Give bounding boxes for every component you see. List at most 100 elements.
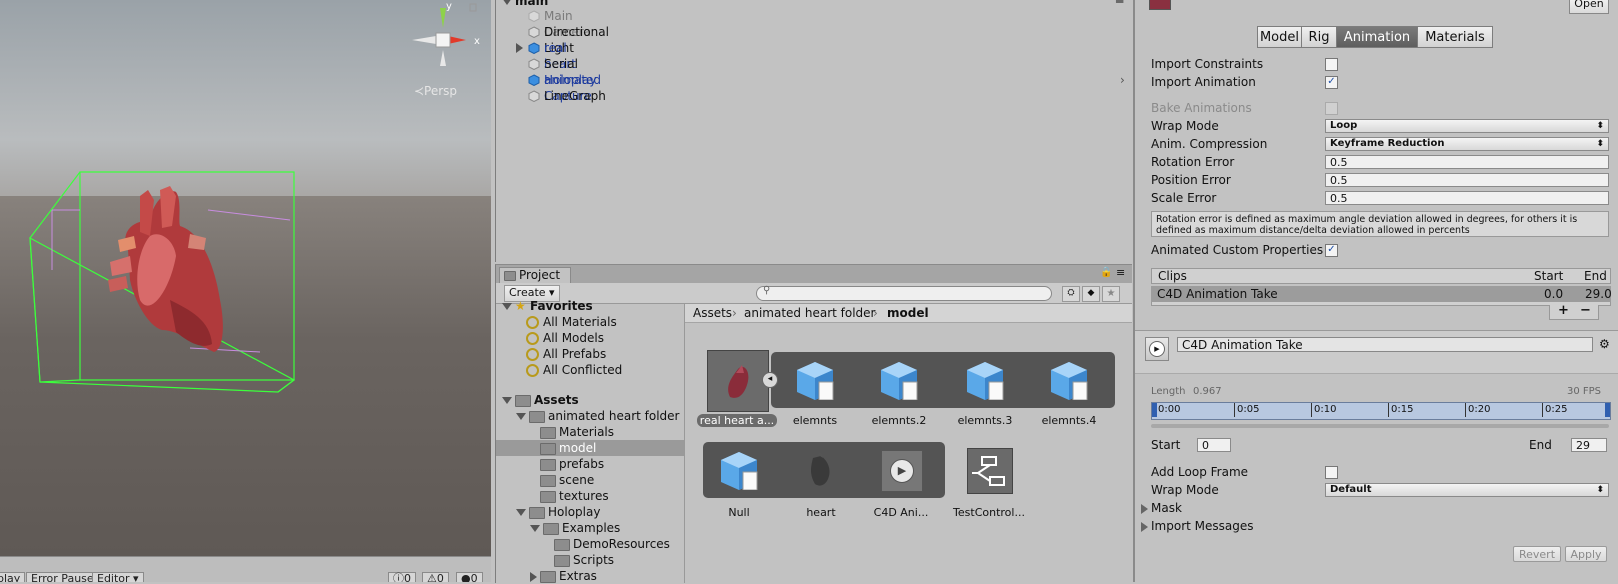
asset-label[interactable]: elemnts.2	[859, 414, 939, 427]
remove-clip-button[interactable]: −	[1580, 303, 1591, 318]
expand-arrow-icon[interactable]	[530, 571, 537, 582]
project-tab[interactable]: Project	[499, 267, 571, 284]
filter-by-type-icon[interactable]: ⛭	[1062, 286, 1080, 302]
expand-arrow-icon[interactable]	[530, 525, 540, 532]
anim-compression-dropdown[interactable]: Keyframe Reduction ⬍	[1325, 137, 1609, 151]
tree-favorites-header[interactable]: ★ Favorites	[502, 298, 690, 314]
timeline-scrollbar[interactable]	[1151, 424, 1609, 428]
open-button[interactable]: Open	[1569, 0, 1609, 14]
asset-label[interactable]: TestControl...	[949, 506, 1029, 519]
asset-label[interactable]: Null	[699, 506, 779, 519]
expand-arrow-icon[interactable]	[502, 397, 512, 404]
asset-label[interactable]: elemnts.4	[1029, 414, 1109, 427]
clip-timeline[interactable]: 0:00 0:05 0:10 0:15 0:20 0:25	[1151, 402, 1611, 420]
expand-arrow-icon[interactable]	[516, 509, 526, 516]
error-pause-toggle[interactable]: Error Pause	[26, 572, 99, 582]
mesh-asset-icon[interactable]	[965, 360, 1005, 400]
expand-arrow-icon[interactable]	[502, 0, 512, 5]
mesh-asset-icon[interactable]	[719, 450, 759, 490]
clip-row[interactable]: C4D Animation Take 0.0 29.0	[1151, 286, 1612, 302]
log-count-value: 0	[404, 572, 411, 583]
gear-icon[interactable]: ⚙	[1599, 337, 1610, 351]
timeline-tick: 0:25	[1542, 403, 1567, 417]
tab-model[interactable]: Model	[1257, 26, 1302, 48]
mesh-asset-icon[interactable]	[1049, 360, 1089, 400]
end-input[interactable]: 29	[1571, 438, 1607, 452]
collapse-arrow-icon[interactable]: ◂	[762, 372, 778, 388]
add-clip-button[interactable]: +	[1558, 303, 1569, 318]
animation-clip-icon[interactable]: ▶	[881, 450, 923, 492]
editor-dropdown[interactable]: Editor ▾	[92, 572, 144, 582]
search-filter-icon	[526, 316, 539, 329]
tree-item-label: DemoResources	[573, 537, 670, 551]
mask-foldout[interactable]: Mask	[1141, 500, 1182, 516]
breadcrumb-animated-heart-folder[interactable]: animated heart folder	[744, 304, 875, 322]
tab-rig[interactable]: Rig	[1301, 26, 1337, 48]
chevron-right-icon[interactable]: ›	[1120, 72, 1125, 88]
error-count[interactable]: ●0	[456, 572, 483, 582]
import-messages-foldout[interactable]: Import Messages	[1141, 518, 1254, 534]
wrap-mode-label: Wrap Mode	[1151, 119, 1219, 133]
wrap-mode-dropdown[interactable]: Loop ⬍	[1325, 119, 1609, 133]
clip-name-input[interactable]: C4D Animation Take	[1177, 337, 1593, 352]
gameobject-icon	[528, 90, 540, 102]
tree-item-holoplay[interactable]: Holoplay	[516, 504, 704, 520]
scale-error-input[interactable]: 0.5	[1325, 191, 1609, 205]
expand-arrow-icon[interactable]	[516, 43, 523, 53]
timeline-end-handle[interactable]	[1605, 403, 1610, 417]
filter-by-label-icon[interactable]: ◆	[1082, 286, 1100, 302]
length-label: Length	[1151, 386, 1186, 397]
rotation-error-input[interactable]: 0.5	[1325, 155, 1609, 169]
mesh-asset-icon[interactable]	[795, 360, 835, 400]
breadcrumb: Assets › animated heart folder › model	[685, 304, 1132, 323]
animator-controller-icon[interactable]	[967, 448, 1013, 494]
scene-view[interactable]: y x ≺Persp play Error Pause Editor ▾ ⓘ0 …	[0, 0, 491, 582]
breadcrumb-assets[interactable]: Assets	[693, 304, 732, 322]
tree-item-model-selected[interactable]: model	[496, 440, 684, 456]
revert-button[interactable]: Revert	[1513, 546, 1561, 562]
favorite-star-icon[interactable]: ★	[1102, 286, 1120, 302]
hierarchy-scene-row[interactable]: main	[502, 0, 548, 8]
tree-assets-header[interactable]: Assets	[502, 392, 690, 408]
import-animation-checkbox[interactable]: ✓	[1325, 76, 1338, 89]
expand-arrow-icon[interactable]	[502, 303, 512, 310]
asset-label[interactable]: C4D Ani...	[861, 506, 941, 519]
hierarchy-menu-icon[interactable]: ═	[1116, 0, 1123, 8]
search-input[interactable]: ⚲	[756, 285, 1052, 301]
tab-materials[interactable]: Materials	[1417, 26, 1493, 48]
warning-count[interactable]: ⚠0	[422, 572, 449, 582]
add-loop-frame-checkbox[interactable]	[1325, 466, 1338, 479]
play-toggle[interactable]: play	[0, 572, 26, 582]
foldout-arrow-icon	[1141, 521, 1148, 532]
asset-label[interactable]: elemnts.3	[945, 414, 1025, 427]
scene-gizmo[interactable]: y x	[408, 0, 491, 72]
panel-menu-icon[interactable]: ≡	[1116, 266, 1125, 279]
gizmo-lock-icon[interactable]	[469, 3, 477, 12]
position-error-input[interactable]: 0.5	[1325, 173, 1609, 187]
tab-animation[interactable]: Animation	[1336, 26, 1418, 48]
persp-label[interactable]: ≺Persp	[414, 84, 457, 98]
clip-wrap-mode-dropdown[interactable]: Default ⬍	[1325, 483, 1609, 497]
favorite-label: All Materials	[543, 315, 617, 329]
clip-play-button[interactable]: ▶	[1145, 337, 1169, 361]
lock-icon[interactable]: 🔒	[1100, 267, 1112, 278]
log-count[interactable]: ⓘ0	[388, 572, 416, 582]
heart-mesh-icon[interactable]	[805, 450, 835, 490]
import-constraints-checkbox[interactable]	[1325, 58, 1338, 71]
timeline-start-handle[interactable]	[1152, 403, 1157, 417]
asset-label[interactable]: heart	[781, 506, 861, 519]
apply-button[interactable]: Apply	[1565, 546, 1607, 562]
mesh-asset-icon[interactable]	[879, 360, 919, 400]
breadcrumb-separator-icon: ›	[732, 306, 737, 320]
clips-header-end: End	[1584, 269, 1607, 283]
tree-item-animated-heart-folder[interactable]: animated heart folder	[516, 408, 704, 424]
asset-label-selected[interactable]: real heart a...	[697, 414, 777, 427]
animated-custom-properties-checkbox[interactable]: ✓	[1325, 244, 1338, 257]
breadcrumb-model[interactable]: model	[887, 304, 929, 322]
asset-real-heart-thumbnail[interactable]	[707, 350, 769, 412]
search-filter-icon	[526, 332, 539, 345]
project-tab-bar: Project 🔒 ≡	[496, 265, 1132, 284]
asset-label[interactable]: elemnts	[775, 414, 855, 427]
expand-arrow-icon[interactable]	[516, 413, 526, 420]
start-input[interactable]: 0	[1197, 438, 1231, 452]
